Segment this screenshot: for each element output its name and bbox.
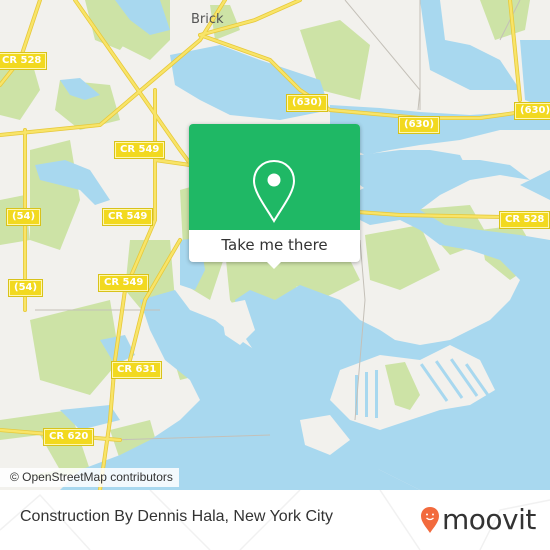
moovit-pin-icon (421, 507, 439, 533)
road-shield-630: (630) (513, 102, 550, 120)
moovit-wordmark: moovit (442, 503, 536, 536)
place-title: Construction By Dennis Hala, New York Ci… (20, 508, 334, 525)
road-shield-cr528: CR 528 (498, 211, 550, 229)
map-attribution[interactable]: © OpenStreetMap contributors (0, 468, 179, 487)
road-shield-54: (54) (5, 208, 42, 226)
place-label-brick: Brick (191, 12, 224, 27)
road-shield-630: (630) (285, 94, 329, 112)
road-shield-cr549: CR 549 (101, 208, 154, 226)
road-shield-cr631: CR 631 (110, 361, 163, 379)
road-shield-cr528: CR 528 (0, 52, 48, 70)
road-shield-cr549: CR 549 (113, 141, 166, 159)
location-pin-icon (252, 159, 296, 223)
road-shield-630: (630) (397, 116, 441, 134)
popup-header (189, 124, 360, 230)
road-shield-cr549: CR 549 (97, 274, 150, 292)
map-view[interactable]: Brick CR 528 CR 549 CR 549 (54) (54) CR … (0, 0, 550, 490)
popup-pointer (265, 260, 283, 269)
road-shield-cr620: CR 620 (42, 428, 95, 446)
take-me-there-button[interactable]: Take me there (189, 230, 360, 262)
road-shield-54: (54) (7, 279, 44, 297)
location-popup: Take me there (189, 124, 360, 269)
